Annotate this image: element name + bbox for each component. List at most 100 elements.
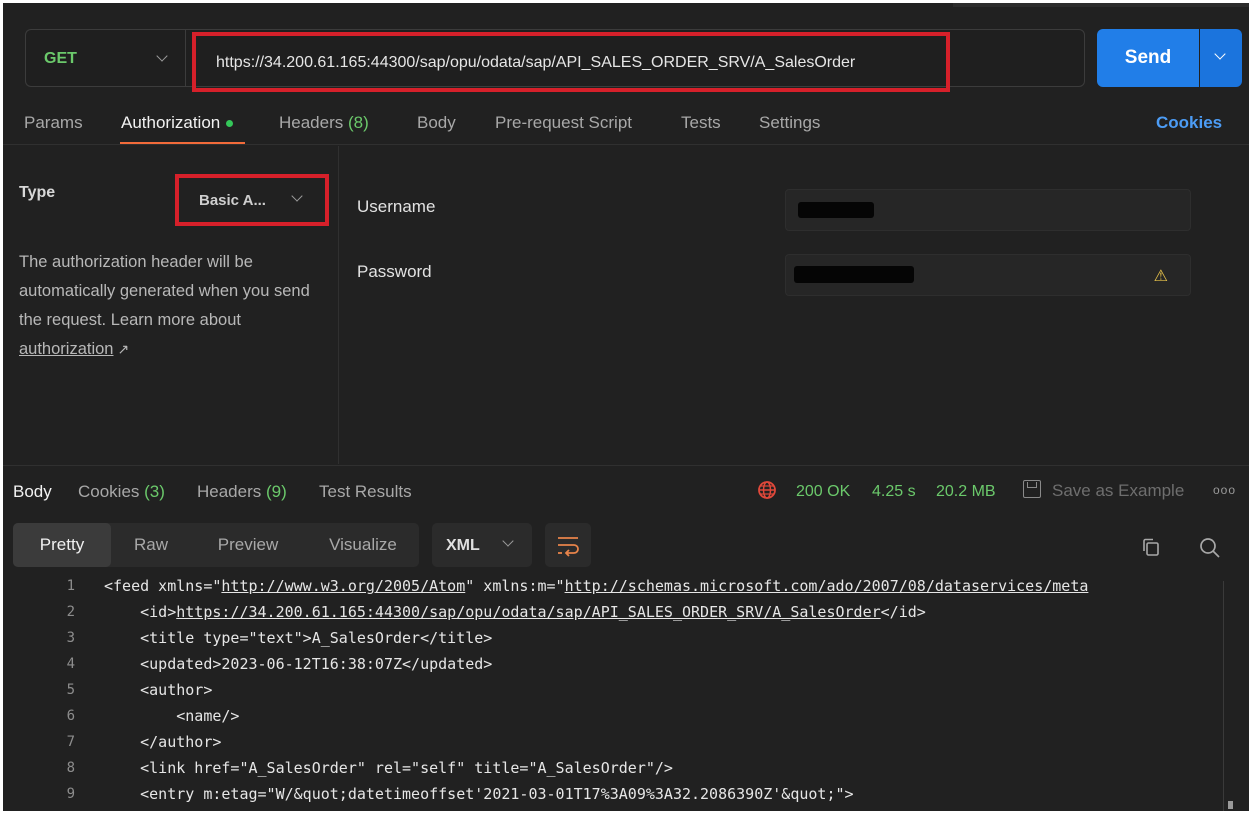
save-icon	[1023, 480, 1041, 498]
tab-tests[interactable]: Tests	[681, 113, 721, 133]
format-select[interactable]: XML	[432, 523, 532, 567]
code-link[interactable]: http://www.w3.org/2005/Atom	[221, 577, 465, 595]
tab-pre-request-script[interactable]: Pre-request Script	[495, 113, 632, 133]
password-label: Password	[357, 262, 432, 281]
line-content: <id>https://34.200.61.165:44300/sap/opu/…	[104, 603, 926, 621]
method-select[interactable]: GET	[25, 29, 185, 87]
chevron-down-icon	[156, 50, 168, 62]
line-content: <name/>	[104, 707, 240, 725]
tab-label: Headers	[279, 113, 348, 132]
url-input-container[interactable]: https://34.200.61.165:44300/sap/opu/odat…	[185, 29, 1085, 92]
line-content: <title type="text">A_SalesOrder</title>	[104, 629, 493, 647]
line-number: 6	[66, 708, 75, 724]
postman-window: GET https://34.200.61.165:44300/sap/opu/…	[3, 3, 1249, 811]
code-link[interactable]: https://34.200.61.165:44300/sap/opu/odat…	[176, 603, 880, 621]
tab-response-headers[interactable]: Headers (9)	[197, 482, 287, 502]
response-toolbar: Pretty Raw Preview Visualize XML	[3, 513, 1249, 573]
username-field[interactable]	[785, 189, 1191, 231]
code-line: 3 <title type="text">A_SalesOrder</title…	[3, 627, 1249, 653]
wrap-lines-icon	[558, 537, 579, 557]
search-icon[interactable]	[1199, 537, 1221, 559]
code-line: 5 <author>	[3, 679, 1249, 705]
code-text: <feed xmlns="	[104, 577, 222, 595]
line-number: 2	[66, 604, 75, 620]
line-content: <feed xmlns="http://www.w3.org/2005/Atom…	[104, 577, 1088, 595]
response-time[interactable]: 4.25 s	[872, 483, 916, 501]
password-field[interactable]: ⚠	[785, 254, 1191, 296]
send-button[interactable]: Send	[1097, 29, 1199, 87]
tab-label: Body	[13, 482, 52, 501]
code-line: 6 <name/>	[3, 705, 1249, 731]
response-size[interactable]: 20.2 MB	[936, 483, 996, 501]
auth-description-text: The authorization header will be automat…	[19, 253, 310, 329]
tab-count: (3)	[144, 482, 165, 501]
code-line: 2 <id>https://34.200.61.165:44300/sap/op…	[3, 601, 1249, 627]
tab-label: Cookies	[78, 482, 145, 501]
tab-label: Params	[24, 113, 83, 132]
tab-body[interactable]: Body	[417, 113, 456, 133]
tab-label: Tests	[681, 113, 721, 132]
line-content: </author>	[104, 733, 222, 751]
line-number: 9	[66, 786, 75, 802]
response-tabs: Body Cookies (3) Headers (9) Test Result…	[3, 465, 1249, 513]
line-number: 5	[66, 682, 75, 698]
line-number: 8	[66, 760, 75, 776]
tab-response-cookies[interactable]: Cookies (3)	[78, 482, 165, 502]
line-number: 7	[66, 734, 75, 750]
auth-type-panel: Type Basic A... The authorization header…	[3, 146, 339, 464]
view-raw[interactable]: Raw	[111, 523, 191, 567]
send-options-button[interactable]	[1200, 29, 1242, 87]
tab-params[interactable]: Params	[24, 113, 83, 133]
url-highlight-box: https://34.200.61.165:44300/sap/opu/odat…	[192, 32, 950, 92]
tab-settings[interactable]: Settings	[759, 113, 820, 133]
tab-label: Test Results	[319, 482, 412, 501]
auth-type-value: Basic A...	[199, 192, 266, 209]
code-text: <id>	[104, 603, 177, 621]
code-line: 7 </author>	[3, 731, 1249, 757]
cookies-link[interactable]: Cookies	[1156, 113, 1222, 133]
code-line: 1 <feed xmlns="http://www.w3.org/2005/At…	[3, 575, 1249, 601]
tab-headers[interactable]: Headers (8)	[279, 113, 369, 133]
scrollbar-thumb[interactable]	[1228, 801, 1233, 809]
wrap-lines-button[interactable]	[545, 523, 591, 567]
view-pretty[interactable]: Pretty	[13, 523, 111, 567]
tab-label: Authorization	[121, 113, 221, 132]
copy-icon[interactable]	[1141, 537, 1161, 557]
code-line: 4 <updated>2023-06-12T16:38:07Z</updated…	[3, 653, 1249, 679]
tab-response-body[interactable]: Body	[13, 482, 52, 502]
globe-icon[interactable]	[757, 480, 777, 500]
view-preview[interactable]: Preview	[201, 523, 295, 567]
format-value: XML	[446, 537, 480, 554]
tab-authorization[interactable]: Authorization	[121, 113, 234, 133]
active-tab-underline	[120, 142, 245, 144]
line-content: <entry m:etag="W/&quot;datetimeoffset'20…	[104, 785, 854, 803]
authorization-link[interactable]: authorization	[19, 340, 113, 358]
chevron-down-icon	[1214, 48, 1226, 60]
save-as-example-button[interactable]: Save as Example	[1052, 481, 1184, 501]
response-code-view[interactable]: 1 <feed xmlns="http://www.w3.org/2005/At…	[3, 575, 1249, 811]
line-number: 3	[66, 630, 75, 646]
tab-count: (9)	[265, 482, 287, 501]
scrollbar-track[interactable]	[1223, 581, 1224, 811]
line-content: <updated>2023-06-12T16:38:07Z</updated>	[104, 655, 493, 673]
redacted-value	[794, 266, 914, 283]
view-visualize[interactable]: Visualize	[309, 523, 417, 567]
code-line: 9 <entry m:etag="W/&quot;datetimeoffset'…	[3, 783, 1249, 809]
auth-type-select[interactable]: Basic A...	[175, 174, 329, 226]
tab-label: Headers	[197, 482, 266, 501]
code-text: </id>	[880, 603, 926, 621]
tab-label: Body	[417, 113, 456, 132]
status-code[interactable]: 200 OK	[796, 483, 850, 501]
chevron-down-icon	[502, 535, 514, 547]
tab-test-results[interactable]: Test Results	[319, 482, 412, 502]
auth-fields-panel: Username Password ⚠	[340, 146, 1249, 464]
request-tabs: Params Authorization Headers (8) Body Pr…	[3, 109, 1249, 145]
redacted-value	[798, 202, 874, 218]
view-mode-segment: Pretty Raw Preview Visualize	[13, 523, 419, 567]
line-content: <author>	[104, 681, 213, 699]
url-input[interactable]: https://34.200.61.165:44300/sap/opu/odat…	[216, 54, 855, 72]
chevron-down-icon	[291, 190, 303, 202]
more-options-icon[interactable]: ooo	[1213, 483, 1236, 497]
code-link[interactable]: http://schemas.microsoft.com/ado/2007/08…	[565, 577, 1089, 595]
username-label: Username	[357, 197, 436, 216]
